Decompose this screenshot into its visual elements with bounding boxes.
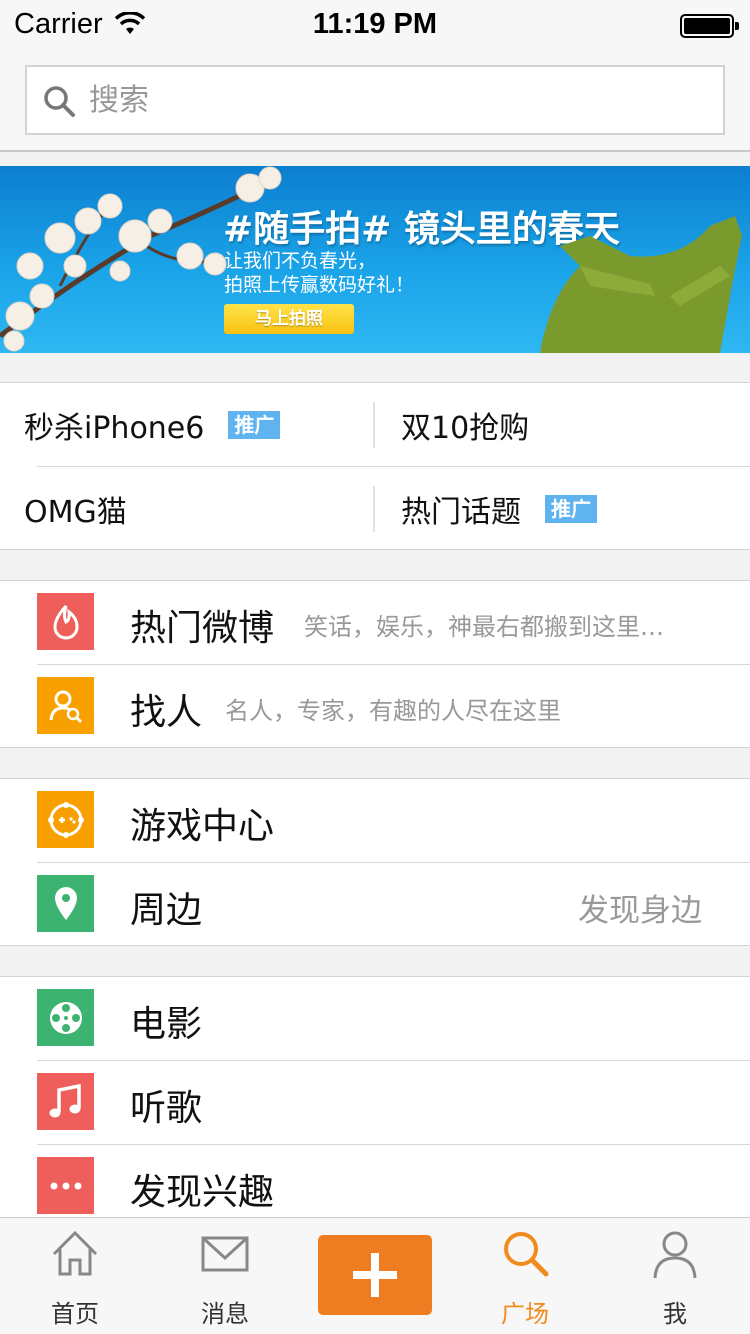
take-photo-button[interactable]: 马上拍照 — [224, 304, 354, 334]
promo-label: 秒杀iPhone6 — [24, 411, 205, 446]
list-item-desc: 笑话，娱乐，神最右都搬到这里… — [304, 613, 664, 641]
envelope-icon — [201, 1236, 249, 1272]
user-icon — [653, 1231, 697, 1279]
battery-icon — [680, 14, 739, 38]
list-item-label: 听歌 — [130, 1088, 203, 1129]
promo-hot-topics[interactable]: 热门话题 推广 — [375, 467, 750, 551]
search-icon — [44, 86, 75, 117]
list-item-nearby[interactable]: 周边 发现身边 — [0, 863, 750, 947]
film-reel-icon — [37, 989, 94, 1046]
list-item-hot-weibo[interactable]: 热门微博 笑话，娱乐，神最右都搬到这里… — [0, 581, 750, 665]
promo-grid: 秒杀iPhone6 推广 双10抢购 OMG猫 热门话题 推广 — [0, 382, 750, 550]
list-item-music[interactable]: 听歌 — [0, 1061, 750, 1145]
tab-me[interactable]: 我 — [600, 1218, 750, 1334]
list-item-label: 热门微博 — [130, 608, 275, 649]
tab-label: 首页 — [51, 1300, 99, 1328]
list-item-find-people[interactable]: 找人 名人，专家，有趣的人尽在这里 — [0, 665, 750, 749]
banner-subtitle-1: 让我们不负春光， — [224, 250, 377, 272]
search-bar — [0, 52, 750, 152]
promo-label: 热门话题 — [401, 495, 521, 530]
tab-messages[interactable]: 消息 — [150, 1218, 300, 1334]
banner-subtitle-2: 拍照上传赢数码好礼！ — [224, 274, 415, 296]
search-icon — [504, 1232, 549, 1277]
list-item-game-center[interactable]: 游戏中心 — [0, 779, 750, 863]
music-note-icon — [37, 1073, 94, 1130]
tab-label: 消息 — [201, 1300, 249, 1328]
search-box[interactable] — [25, 65, 725, 135]
status-bar: Carrier 11:19 PM — [0, 0, 750, 52]
list-section-entertainment: 电影 听歌 发现兴趣 — [0, 976, 750, 1236]
location-pin-icon — [37, 875, 94, 932]
promo-iphone6[interactable]: 秒杀iPhone6 推广 — [0, 383, 375, 467]
person-search-icon — [37, 677, 94, 734]
list-item-desc: 名人，专家，有趣的人尽在这里 — [225, 697, 561, 725]
flame-icon — [37, 593, 94, 650]
promo-tag: 推广 — [228, 411, 281, 439]
compose-button[interactable] — [318, 1235, 432, 1315]
promo-omg-cat[interactable]: OMG猫 — [0, 467, 375, 551]
tab-label: 我 — [663, 1300, 687, 1328]
search-input[interactable] — [89, 75, 709, 125]
promo-label: OMG猫 — [24, 495, 127, 530]
clock: 11:19 PM — [312, 8, 438, 40]
list-item-label: 周边 — [130, 890, 203, 931]
list-item-label: 发现兴趣 — [130, 1172, 275, 1213]
hedge-sculpture-image — [540, 216, 742, 353]
promo-banner[interactable]: #随手拍# 镜头里的春天 让我们不负春光， 拍照上传赢数码好礼！ 马上拍照 — [0, 166, 750, 353]
list-section-services: 游戏中心 周边 发现身边 — [0, 778, 750, 946]
plus-icon — [353, 1253, 397, 1297]
home-icon — [52, 1230, 98, 1276]
list-item-label: 电影 — [130, 1004, 203, 1045]
more-dots-icon — [37, 1157, 94, 1214]
promo-tag: 推广 — [545, 495, 597, 523]
tab-home[interactable]: 首页 — [0, 1218, 150, 1334]
gamepad-icon — [37, 791, 94, 848]
tab-discover[interactable]: 广场 — [450, 1218, 600, 1334]
tab-bar: 首页 消息 广场 我 — [0, 1217, 750, 1334]
tab-label: 广场 — [501, 1300, 549, 1328]
list-item-right-text: 发现身边 — [578, 893, 702, 929]
list-item-label: 找人 — [130, 692, 203, 733]
promo-double10[interactable]: 双10抢购 — [375, 383, 750, 467]
promo-label: 双10抢购 — [401, 411, 530, 446]
list-section-trending: 热门微博 笑话，娱乐，神最右都搬到这里… 找人 名人，专家，有趣的人尽在这里 — [0, 580, 750, 748]
list-item-movie[interactable]: 电影 — [0, 977, 750, 1061]
list-item-label: 游戏中心 — [130, 806, 275, 847]
